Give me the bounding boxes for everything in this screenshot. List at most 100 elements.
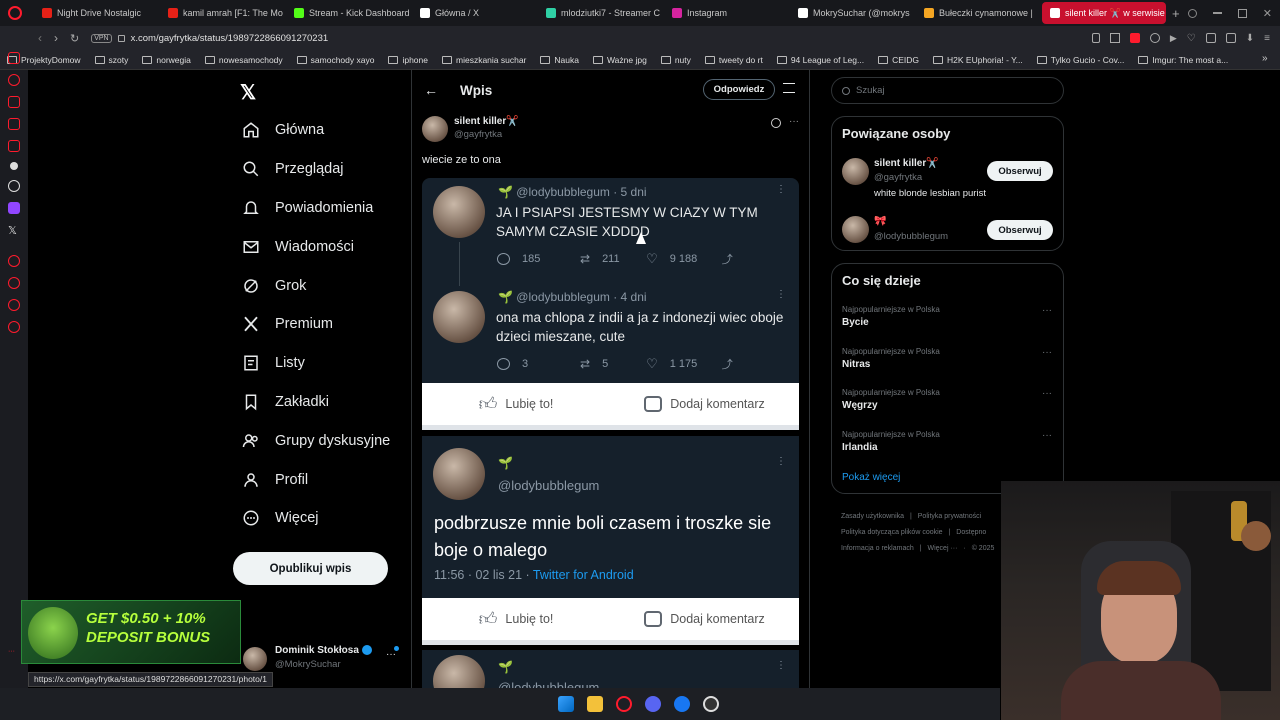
reload-icon[interactable]: ↻ [70,32,79,45]
messenger-icon[interactable] [8,52,20,64]
back-arrow-icon[interactable]: ← [424,82,438,98]
nav-item-9[interactable]: Grupy dyskusyjne [240,421,410,460]
chat-sidebar-icon[interactable] [8,299,20,311]
extensions-icon[interactable] [1205,32,1216,43]
bookmark-item[interactable]: CEIDG [871,55,926,65]
browser-tab[interactable]: Night Drive Nostalgic [34,2,158,24]
post-more-icon[interactable]: ··· [789,116,799,127]
related-avatar[interactable] [842,216,869,243]
heart-outline-icon[interactable]: ♡ [1187,33,1196,44]
browser-tab[interactable]: Główna / X [412,2,536,24]
nav-item-11[interactable]: Więcej [240,499,410,538]
bookmark-item[interactable]: nuty [654,55,698,65]
close-window-icon[interactable]: ✕ [1263,7,1272,20]
follow-button[interactable]: Obserwuj [987,220,1053,240]
search-tabs-icon[interactable] [1187,8,1197,18]
nav-item-8[interactable]: Zakładki [240,383,410,422]
related-name[interactable]: 🎀 [874,216,886,227]
footer-link[interactable]: Więcej ··· [928,545,958,552]
trend-item[interactable]: Najpopularniejsze w Polska Irlandia ··· [842,430,1054,472]
bookmark-item[interactable]: szoty [88,55,136,65]
openai-sidebar-icon[interactable] [8,180,20,192]
filter-icon[interactable] [783,83,795,93]
file-explorer-icon[interactable] [587,696,603,712]
related-name[interactable]: silent killer✂️ [874,158,939,169]
author-avatar[interactable] [422,116,448,142]
wallet-icon[interactable] [1225,32,1236,43]
browser-tab[interactable]: MokrySuchar (@mokrys [790,2,914,24]
more-sidebar-icon[interactable]: ··· [8,648,15,655]
twitch-sidebar-icon[interactable] [8,202,20,214]
nav-item-5[interactable]: Grok [240,266,410,305]
trend-item[interactable]: Najpopularniejsze w Polska Węgrzy ··· [842,388,1054,430]
author-handle[interactable]: @gayfrytka [454,129,502,140]
windows-start-icon[interactable] [558,696,574,712]
history-icon[interactable] [8,74,20,86]
minimize-icon[interactable] [1212,12,1222,14]
x-sidebar-icon[interactable]: 𝕏 [8,224,20,237]
nav-item-6[interactable]: Premium [240,305,410,344]
nav-item-3[interactable]: Powiadomienia [240,189,410,228]
footer-link[interactable]: Zasady użytkownika [841,513,904,520]
bookmarks-more-icon[interactable]: » [1262,53,1268,64]
search-input[interactable]: Szukaj [831,77,1064,104]
bookmark-item[interactable]: Imgur: The most a... [1131,55,1235,65]
browser-tab[interactable]: Instagram [664,2,788,24]
messages-sidebar-icon[interactable] [8,118,20,130]
nav-item-1[interactable]: Główna [240,111,410,150]
browser-tab[interactable]: kamil amrah [F1: The Mo [160,2,284,24]
maximize-icon[interactable] [1237,8,1247,18]
opera-logo-icon[interactable] [8,6,22,20]
discord-taskbar-icon[interactable] [645,696,661,712]
trend-more-icon[interactable]: ··· [1042,347,1052,358]
bookmark-item[interactable]: Tylko Gucio - Cov... [1030,55,1132,65]
play-icon[interactable]: ▶ [1170,33,1177,44]
follow-button[interactable]: Obserwuj [987,161,1053,181]
back-icon[interactable]: ‹ [38,31,42,45]
x-logo-icon[interactable]: 𝕏 [240,80,256,105]
footer-link[interactable]: Polityka prywatności [918,513,981,520]
bookmark-item[interactable]: mieszkania suchar [435,55,533,65]
deposit-bonus-ad[interactable]: GET $0.50 + 10% DEPOSIT BONUS [21,600,241,664]
pin-icon[interactable] [1091,32,1100,43]
download-icon[interactable]: ⬇ [1246,33,1254,44]
browser-tab[interactable]: mlodziutki7 - Streamer C [538,2,662,24]
youtube-sidebar-icon[interactable] [8,140,20,152]
reply-button[interactable]: Odpowiedz [703,79,775,100]
trend-item[interactable]: Najpopularniejsze w Polska Nitras ··· [842,347,1054,389]
bookmark-item[interactable]: tweety do rt [698,55,770,65]
bookmark-item[interactable]: H2K EUphoria! - Y... [926,55,1030,65]
trend-more-icon[interactable]: ··· [1042,305,1052,316]
browser-tab[interactable]: Stream - Kick Dashboard [286,2,410,24]
bookmark-item[interactable]: nowesamochody [198,55,290,65]
nav-item-2[interactable]: Przeglądaj [240,150,410,189]
messenger-taskbar-icon[interactable] [674,696,690,712]
footer-link[interactable]: Polityka dotycząca plików cookie [841,529,943,536]
obs-taskbar-icon[interactable] [703,696,719,712]
snapshot-icon[interactable] [1109,32,1120,43]
nav-item-4[interactable]: Wiadomości [240,227,410,266]
author-name[interactable]: silent killer✂️ [454,116,519,127]
footer-link[interactable]: Informacja o reklamach [841,545,914,552]
bookmark-item[interactable]: 94 League of Leg... [770,55,871,65]
trend-more-icon[interactable]: ··· [1042,430,1052,441]
history-sidebar-icon[interactable] [8,277,20,289]
ai-sidebar-icon[interactable] [10,162,18,170]
new-tab-button[interactable]: + [1172,6,1180,21]
menu-icon[interactable]: ≡ [1264,33,1270,44]
nav-item-7[interactable]: Listy [240,344,410,383]
show-more-link[interactable]: Pokaż więcej [842,472,900,483]
bookmark-item[interactable]: iphone [381,55,435,65]
bookmark-item[interactable]: Ważne jpg [586,55,654,65]
trend-more-icon[interactable]: ··· [1042,388,1052,399]
footer-link[interactable]: Dostępno [956,529,986,536]
browser-tab[interactable]: Bułeczki cynamonowe | [916,2,1040,24]
shield-icon[interactable] [1129,32,1140,43]
bookmark-item[interactable]: samochody xayo [290,55,382,65]
bookmark-item[interactable]: Nauka [533,55,586,65]
browser-tab[interactable]: silent killer ✂️ w serwisie [1042,2,1166,24]
forward-icon[interactable]: › [54,31,58,45]
vpn-badge[interactable]: VPN [91,33,112,43]
account-switcher[interactable]: Dominik Stokłosa @MokrySuchar ··· [243,645,403,675]
grok-explain-icon[interactable] [771,118,781,128]
